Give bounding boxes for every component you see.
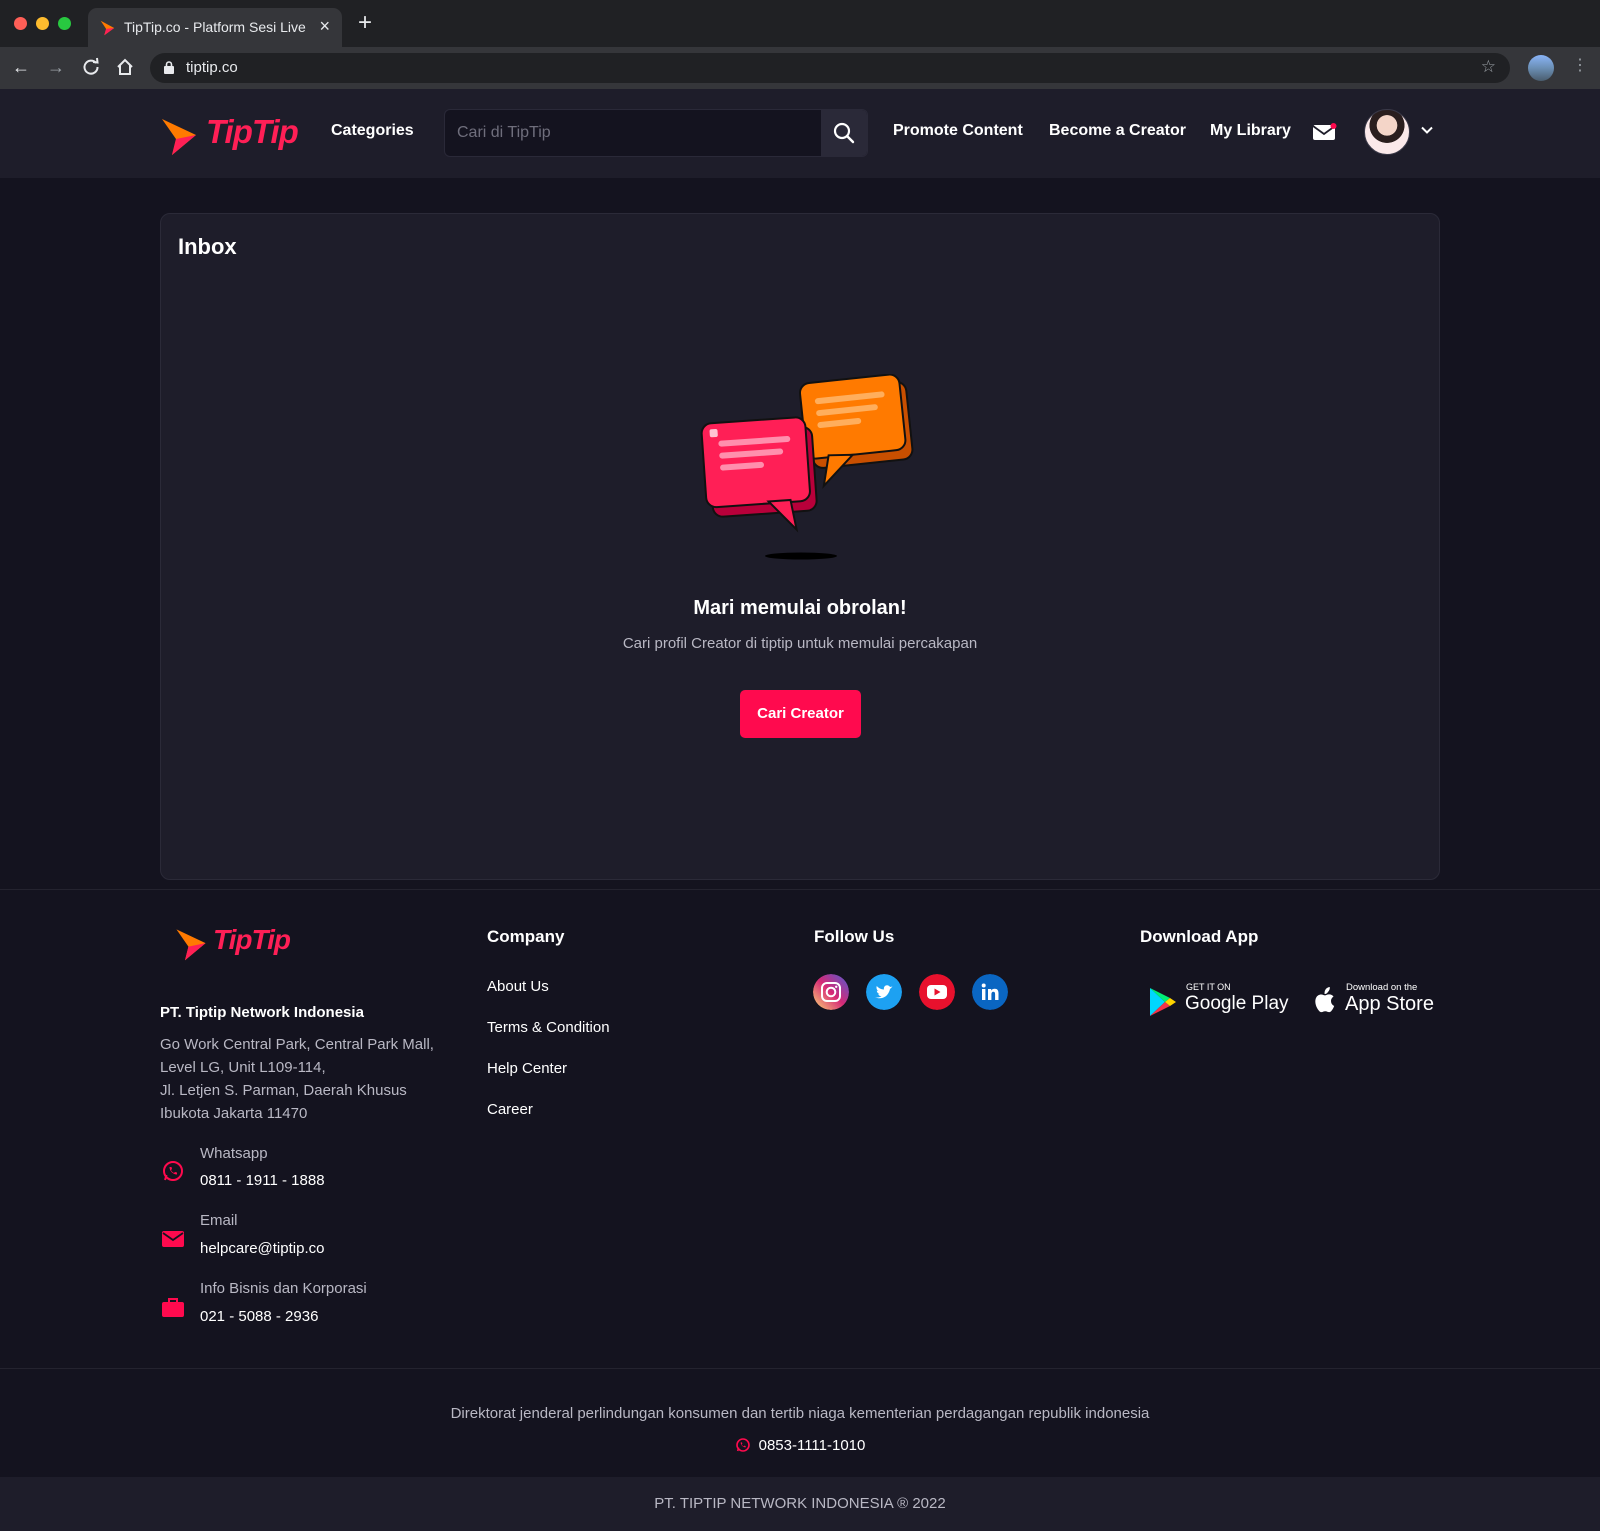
help-center-link[interactable]: Help Center [487, 1060, 567, 1077]
tiptip-logo-mark-icon [162, 119, 196, 155]
address-line: Jl. Letjen S. Parman, Daerah Khusus [160, 1082, 407, 1099]
promote-content-link[interactable]: Promote Content [893, 122, 1023, 140]
consumer-protection-phone: 0853-1111-1010 [0, 1437, 1600, 1454]
search-button[interactable] [821, 110, 867, 156]
maximize-window-button[interactable] [58, 17, 71, 30]
google-play-small-text: GET IT ON [1186, 982, 1231, 992]
browser-tab-strip: TipTip.co - Platform Sesi Live × + [0, 0, 1600, 47]
footer-logo-text: TipTip [213, 924, 291, 955]
empty-state-title: Mari memulai obrolan! [693, 597, 907, 619]
close-tab-icon[interactable]: × [319, 16, 330, 37]
linkedin-icon[interactable] [972, 974, 1008, 1010]
youtube-icon[interactable] [919, 974, 955, 1010]
whatsapp-number[interactable]: 0811 - 1911 - 1888 [200, 1172, 325, 1189]
reload-icon[interactable] [80, 56, 102, 78]
business-label: Info Bisnis dan Korporasi [200, 1280, 367, 1297]
tiptip-logo[interactable]: TipTip [158, 113, 299, 157]
google-play-icon [1150, 988, 1176, 1016]
browser-tab[interactable]: TipTip.co - Platform Sesi Live × [88, 8, 342, 47]
download-heading: Download App [1140, 927, 1259, 946]
about-us-link[interactable]: About Us [487, 978, 549, 995]
forward-arrow-icon[interactable]: → [45, 56, 67, 78]
inbox-mail-icon[interactable] [1313, 123, 1337, 141]
url-text: tiptip.co [186, 59, 238, 76]
whatsapp-icon [163, 1161, 183, 1181]
app-store-badge[interactable]: Download on the App Store [1310, 982, 1440, 1022]
home-icon[interactable] [114, 56, 136, 78]
twitter-icon[interactable] [866, 974, 902, 1010]
new-tab-icon[interactable]: + [358, 11, 372, 35]
address-line: Ibukota Jakarta 11470 [160, 1105, 308, 1122]
browser-profile-avatar[interactable] [1528, 55, 1554, 81]
instagram-icon[interactable] [813, 974, 849, 1010]
user-avatar[interactable] [1364, 109, 1410, 155]
app-store-small-text: Download on the [1346, 982, 1418, 993]
email-address[interactable]: helpcare@tiptip.co [200, 1240, 324, 1257]
chevron-down-icon[interactable] [1420, 123, 1434, 137]
address-bar[interactable]: tiptip.co ☆ [150, 53, 1510, 83]
search-input[interactable] [445, 110, 821, 156]
chat-bubbles-illustration [700, 374, 914, 560]
briefcase-icon [162, 1298, 184, 1317]
find-creator-button[interactable]: Cari Creator [740, 690, 861, 738]
address-line: Go Work Central Park, Central Park Mall, [160, 1036, 434, 1053]
whatsapp-icon [735, 1438, 750, 1452]
tiptip-favicon-icon [100, 20, 115, 36]
whatsapp-label: Whatsapp [200, 1145, 268, 1162]
consumer-protection-number[interactable]: 0853-1111-1010 [759, 1437, 866, 1454]
become-creator-link[interactable]: Become a Creator [1049, 122, 1186, 140]
google-play-big-text: Google Play [1185, 993, 1289, 1014]
bookmark-star-icon[interactable]: ☆ [1481, 57, 1496, 77]
inbox-title: Inbox [178, 234, 237, 259]
tiptip-logo-mark-icon [176, 929, 206, 961]
search-box [444, 109, 868, 157]
business-number[interactable]: 021 - 5088 - 2936 [200, 1308, 318, 1325]
company-name: PT. Tiptip Network Indonesia [160, 1004, 364, 1021]
site-header: TipTip Categories Promote Content Become… [0, 89, 1600, 178]
footer-logo[interactable]: TipTip [173, 922, 293, 962]
terms-link[interactable]: Terms & Condition [487, 1019, 610, 1036]
my-library-link[interactable]: My Library [1210, 122, 1291, 140]
mail-icon [162, 1231, 184, 1247]
browser-toolbar: ← → tiptip.co ☆ ⋮ [0, 47, 1600, 89]
back-arrow-icon[interactable]: ← [10, 56, 32, 78]
legal-bar: Direktorat jenderal perlindungan konsume… [0, 1368, 1600, 1477]
tab-title: TipTip.co - Platform Sesi Live [124, 19, 306, 35]
logo-text: TipTip [206, 113, 299, 150]
google-play-badge[interactable]: GET IT ON Google Play [1148, 982, 1289, 1022]
company-heading: Company [487, 927, 565, 946]
categories-link[interactable]: Categories [331, 122, 414, 140]
inbox-panel: Inbox Mari memulai obrolan! Cari profil … [160, 213, 1440, 880]
copyright-bar: PT. TIPTIP NETWORK INDONESIA ® 2022 [0, 1477, 1600, 1531]
browser-menu-icon[interactable]: ⋮ [1572, 55, 1588, 75]
career-link[interactable]: Career [487, 1101, 533, 1118]
copyright-text: PT. TIPTIP NETWORK INDONESIA ® 2022 [654, 1495, 946, 1512]
consumer-protection-text: Direktorat jenderal perlindungan konsume… [450, 1405, 1150, 1422]
follow-heading: Follow Us [814, 927, 895, 946]
site-footer: TipTip PT. Tiptip Network Indonesia Go W… [0, 889, 1600, 1368]
empty-state-subtitle: Cari profil Creator di tiptip untuk memu… [622, 635, 978, 652]
app-store-big-text: App Store [1345, 993, 1434, 1015]
address-line: Level LG, Unit L109-114, [160, 1059, 326, 1076]
email-label: Email [200, 1212, 238, 1229]
search-icon [833, 122, 855, 144]
lock-icon [164, 61, 174, 74]
apple-icon [1315, 987, 1335, 1013]
minimize-window-button[interactable] [36, 17, 49, 30]
close-window-button[interactable] [14, 17, 27, 30]
